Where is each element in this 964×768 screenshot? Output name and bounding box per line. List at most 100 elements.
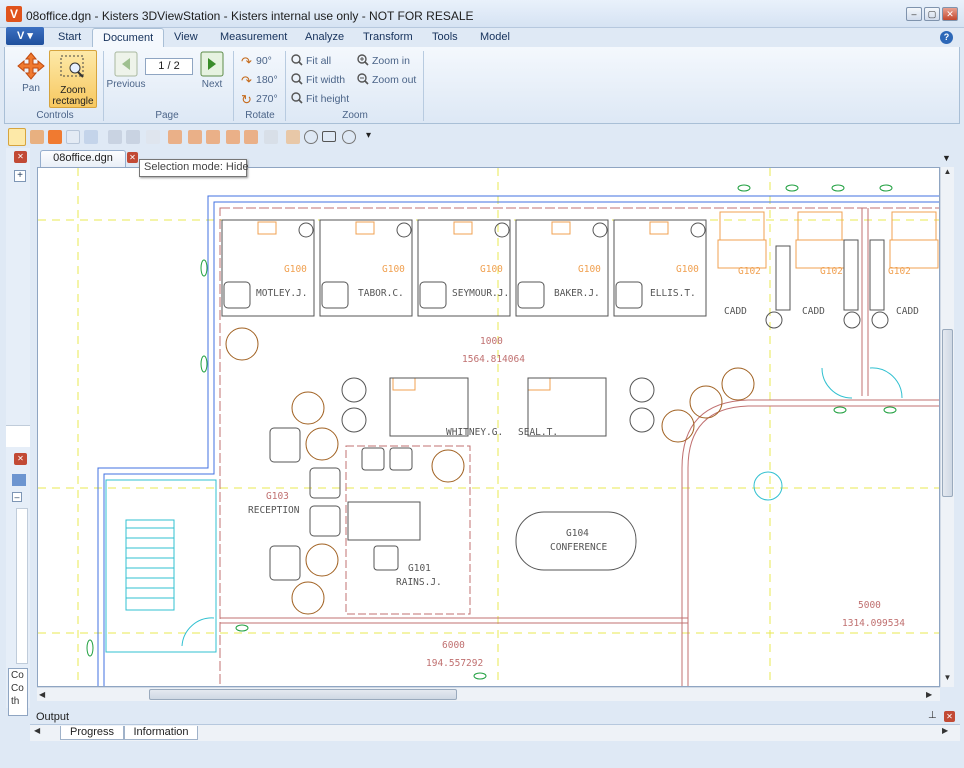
reset-icon[interactable]	[304, 130, 318, 144]
drawing-viewport[interactable]: G100 G100 G100 G100 G100 MOTLEY.J. TABOR…	[37, 167, 940, 687]
magnifier-icon	[291, 73, 303, 85]
panel-close-icon[interactable]: ✕	[14, 151, 27, 163]
rectangle-icon[interactable]	[322, 131, 336, 142]
pan-icon	[16, 51, 46, 81]
panel-close-icon[interactable]: ✕	[944, 711, 955, 722]
side-text-panel: Co Co th	[8, 668, 28, 716]
tab-scroll-left-icon[interactable]: ◀	[34, 726, 40, 735]
app-logo-icon: V	[6, 6, 22, 22]
room-code: G100	[382, 264, 405, 275]
fit-width-button[interactable]: Fit width	[291, 72, 345, 88]
magnifier-icon	[291, 92, 303, 104]
expand-icon[interactable]: +	[14, 170, 26, 182]
rotate-180-button[interactable]: ↷ 180°	[241, 72, 278, 88]
collapse-icon[interactable]: –	[12, 492, 22, 502]
rotate-icon: ↷	[241, 54, 252, 69]
minimize-button[interactable]: –	[906, 7, 922, 21]
tab-model[interactable]: Model	[470, 30, 520, 47]
rotate-tool-icon[interactable]	[30, 130, 44, 144]
rotate-90-button[interactable]: ↷ 90°	[241, 53, 272, 69]
zoom-in-icon	[357, 54, 369, 66]
previous-label: Previous	[106, 79, 146, 90]
status-bar	[0, 741, 964, 768]
help-icon[interactable]: ?	[940, 31, 953, 44]
scroll-up-icon[interactable]: ▲	[941, 167, 954, 179]
horizontal-scrollbar[interactable]: ◀ ▶	[37, 687, 940, 701]
pin-icon[interactable]: ⊥	[928, 710, 937, 721]
zoom-rectangle-button[interactable]: Zoom rectangle	[49, 50, 97, 108]
tab-document[interactable]: Document	[92, 28, 165, 48]
fit-all-button[interactable]: Fit all	[291, 53, 331, 69]
view-tool-icon[interactable]	[108, 130, 122, 144]
vertical-scroll-thumb[interactable]	[942, 329, 953, 497]
tab-tools[interactable]: Tools	[422, 30, 468, 47]
tab-progress[interactable]: Progress	[60, 726, 124, 740]
panel-close-icon[interactable]: ✕	[14, 453, 27, 465]
cadd-label: CADD	[724, 306, 747, 317]
cube-icon[interactable]	[188, 130, 202, 144]
close-button[interactable]: ✕	[942, 7, 958, 21]
trees	[225, 327, 755, 615]
zoom-in-button[interactable]: Zoom in	[357, 53, 410, 69]
cube-icon[interactable]	[244, 130, 258, 144]
tab-scroll-right-icon[interactable]: ▶	[942, 726, 948, 735]
outer-boundary	[97, 195, 939, 686]
tree-view[interactable]	[16, 508, 28, 664]
maximize-button[interactable]: ▢	[924, 7, 940, 21]
cadd-label: CADD	[896, 306, 919, 317]
next-page-button[interactable]: Next	[195, 51, 229, 90]
fit-height-button[interactable]: Fit height	[291, 91, 349, 107]
scroll-right-icon[interactable]: ▶	[926, 688, 938, 701]
pan-tool-icon[interactable]	[48, 130, 62, 144]
previous-page-button[interactable]: Previous	[105, 51, 147, 90]
page-number-field[interactable]: 1 / 2	[145, 58, 193, 75]
document-tab[interactable]: 08office.dgn	[40, 150, 126, 167]
room-name: RECEPTION	[248, 505, 300, 516]
person-name: SEAL.T.	[518, 427, 558, 438]
scroll-down-icon[interactable]: ▼	[941, 673, 954, 685]
zoom-rectangle-tool-icon[interactable]	[8, 128, 26, 146]
ribbon-separator	[285, 51, 286, 121]
app-menu-button[interactable]: V ▾	[6, 27, 44, 45]
tab-measurement[interactable]: Measurement	[210, 30, 297, 47]
tab-transform[interactable]: Transform	[353, 30, 423, 47]
zoom-out-button[interactable]: Zoom out	[357, 72, 416, 88]
tab-list-icon[interactable]: ▼	[942, 153, 951, 163]
pan-button[interactable]: Pan	[13, 51, 49, 94]
rotate-270-button[interactable]: ↻ 270°	[241, 91, 278, 107]
vertical-scrollbar[interactable]: ▲ ▼	[940, 167, 954, 687]
select-tool-icon[interactable]	[66, 130, 80, 144]
floor-plan-drawing: G100 G100 G100 G100 G100 MOTLEY.J. TABOR…	[38, 168, 939, 686]
room-code: G104	[566, 528, 589, 539]
room-name: CONFERENCE	[550, 542, 607, 553]
lasso-icon[interactable]	[342, 130, 356, 144]
area-value: 1564.814064	[462, 354, 525, 365]
zoom-tool-icon[interactable]	[84, 130, 98, 144]
view-tool-icon[interactable]	[126, 130, 140, 144]
cube-icon[interactable]	[264, 130, 278, 144]
cube-icon[interactable]	[206, 130, 220, 144]
tab-start[interactable]: Start	[48, 30, 91, 47]
toolbar-overflow-icon[interactable]: ▾	[366, 130, 371, 141]
room-name: MOTLEY.J.	[256, 288, 307, 299]
view-tool-icon[interactable]	[146, 130, 160, 144]
cadd-code: G102	[888, 266, 911, 277]
zoom-group-label: Zoom	[342, 110, 368, 121]
horizontal-scroll-thumb[interactable]	[149, 689, 457, 700]
magnifier-icon	[291, 54, 303, 66]
tab-analyze[interactable]: Analyze	[295, 30, 354, 47]
arrow-right-icon	[200, 51, 224, 77]
area-id: 6000	[442, 640, 465, 651]
cube-icon[interactable]	[168, 130, 182, 144]
cube-icon[interactable]	[226, 130, 240, 144]
section-icon[interactable]	[286, 130, 300, 144]
close-icon[interactable]: ✕	[127, 152, 138, 163]
desks	[257, 211, 939, 391]
ribbon-separator	[233, 51, 234, 121]
scroll-left-icon[interactable]: ◀	[39, 688, 51, 701]
pan-label: Pan	[22, 83, 40, 94]
tab-view[interactable]: View	[164, 30, 208, 47]
stair	[105, 479, 217, 653]
copy-icon[interactable]	[12, 474, 26, 486]
tab-information[interactable]: Information	[124, 726, 198, 740]
